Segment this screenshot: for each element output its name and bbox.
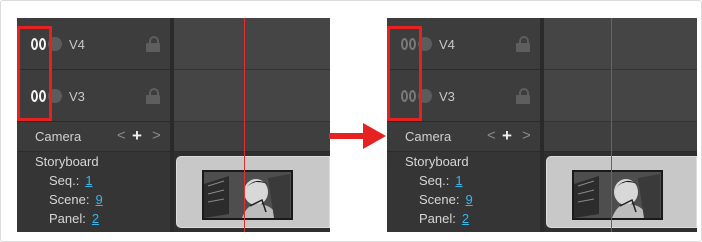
camera-prev-button[interactable]: < xyxy=(117,127,126,145)
seq-link[interactable]: 1 xyxy=(455,173,462,188)
panel-label: Panel: xyxy=(419,211,456,226)
panel-link[interactable]: 2 xyxy=(462,211,469,226)
scene-line: Scene: 9 xyxy=(49,192,103,207)
camera-label: Camera xyxy=(35,129,82,144)
lock-icon[interactable] xyxy=(516,36,530,52)
playhead-line[interactable] xyxy=(244,18,245,232)
seq-line: Seq.: 1 xyxy=(419,173,463,188)
layer-name: V3 xyxy=(439,89,455,104)
panel-line: Panel: 2 xyxy=(419,211,469,226)
seq-line: Seq.: 1 xyxy=(49,173,93,188)
layer-name: V4 xyxy=(69,37,85,52)
lock-icon[interactable] xyxy=(146,36,160,52)
scene-label: Scene: xyxy=(49,192,90,207)
timeline-panel-after: V4 V3 Camera < + > Storyboard Seq.: 1 Sce… xyxy=(387,18,697,232)
lock-icon[interactable] xyxy=(146,88,160,104)
seq-link[interactable]: 1 xyxy=(85,173,92,188)
panel-line: Panel: 2 xyxy=(49,211,99,226)
layer-name: V3 xyxy=(69,89,85,104)
storyboard-sketch-image xyxy=(574,172,661,218)
track-row-v4[interactable] xyxy=(174,18,330,70)
panel-thumbnail-track[interactable] xyxy=(176,156,330,228)
camera-next-button[interactable]: > xyxy=(522,127,531,145)
highlight-box xyxy=(387,26,422,121)
highlight-box xyxy=(17,26,52,121)
panel-thumbnail-image[interactable] xyxy=(202,170,293,220)
lock-icon[interactable] xyxy=(516,88,530,104)
camera-add-button[interactable]: + xyxy=(502,127,512,145)
thumbnail-strip xyxy=(544,152,697,232)
camera-label: Camera xyxy=(405,129,452,144)
storyboard-info: Storyboard Seq.: 1 Scene: 9 Panel: 2 xyxy=(387,152,540,232)
storyboard-info: Storyboard Seq.: 1 Scene: 9 Panel: 2 xyxy=(17,152,170,232)
panel-label: Panel: xyxy=(49,211,86,226)
scene-link[interactable]: 9 xyxy=(95,192,102,207)
panel-thumbnail-image[interactable] xyxy=(572,170,663,220)
camera-prev-button[interactable]: < xyxy=(487,127,496,145)
playhead-line[interactable] xyxy=(611,18,612,232)
scene-line: Scene: 9 xyxy=(419,192,473,207)
storyboard-title: Storyboard xyxy=(405,154,469,169)
thumbnail-strip xyxy=(174,152,330,232)
seq-label: Seq.: xyxy=(419,173,450,188)
track-row-camera[interactable] xyxy=(174,122,330,152)
seq-label: Seq.: xyxy=(49,173,80,188)
panel-link[interactable]: 2 xyxy=(92,211,99,226)
layer-name: V4 xyxy=(439,37,455,52)
panel-thumbnail-track[interactable] xyxy=(546,156,697,228)
camera-row: Camera < + > xyxy=(387,122,540,152)
track-row-v4[interactable] xyxy=(544,18,697,70)
track-row-camera[interactable] xyxy=(544,122,697,152)
timeline-panel-before: V4 V3 Camera < + > Storyboard Seq.: 1 Sce… xyxy=(17,18,330,232)
scene-link[interactable]: 9 xyxy=(465,192,472,207)
storyboard-title: Storyboard xyxy=(35,154,99,169)
camera-row: Camera < + > xyxy=(17,122,170,152)
arrow-right-icon xyxy=(329,123,386,149)
track-row-v3[interactable] xyxy=(174,70,330,122)
camera-add-button[interactable]: + xyxy=(132,127,142,145)
scene-label: Scene: xyxy=(419,192,460,207)
camera-next-button[interactable]: > xyxy=(152,127,161,145)
track-row-v3[interactable] xyxy=(544,70,697,122)
storyboard-sketch-image xyxy=(204,172,291,218)
